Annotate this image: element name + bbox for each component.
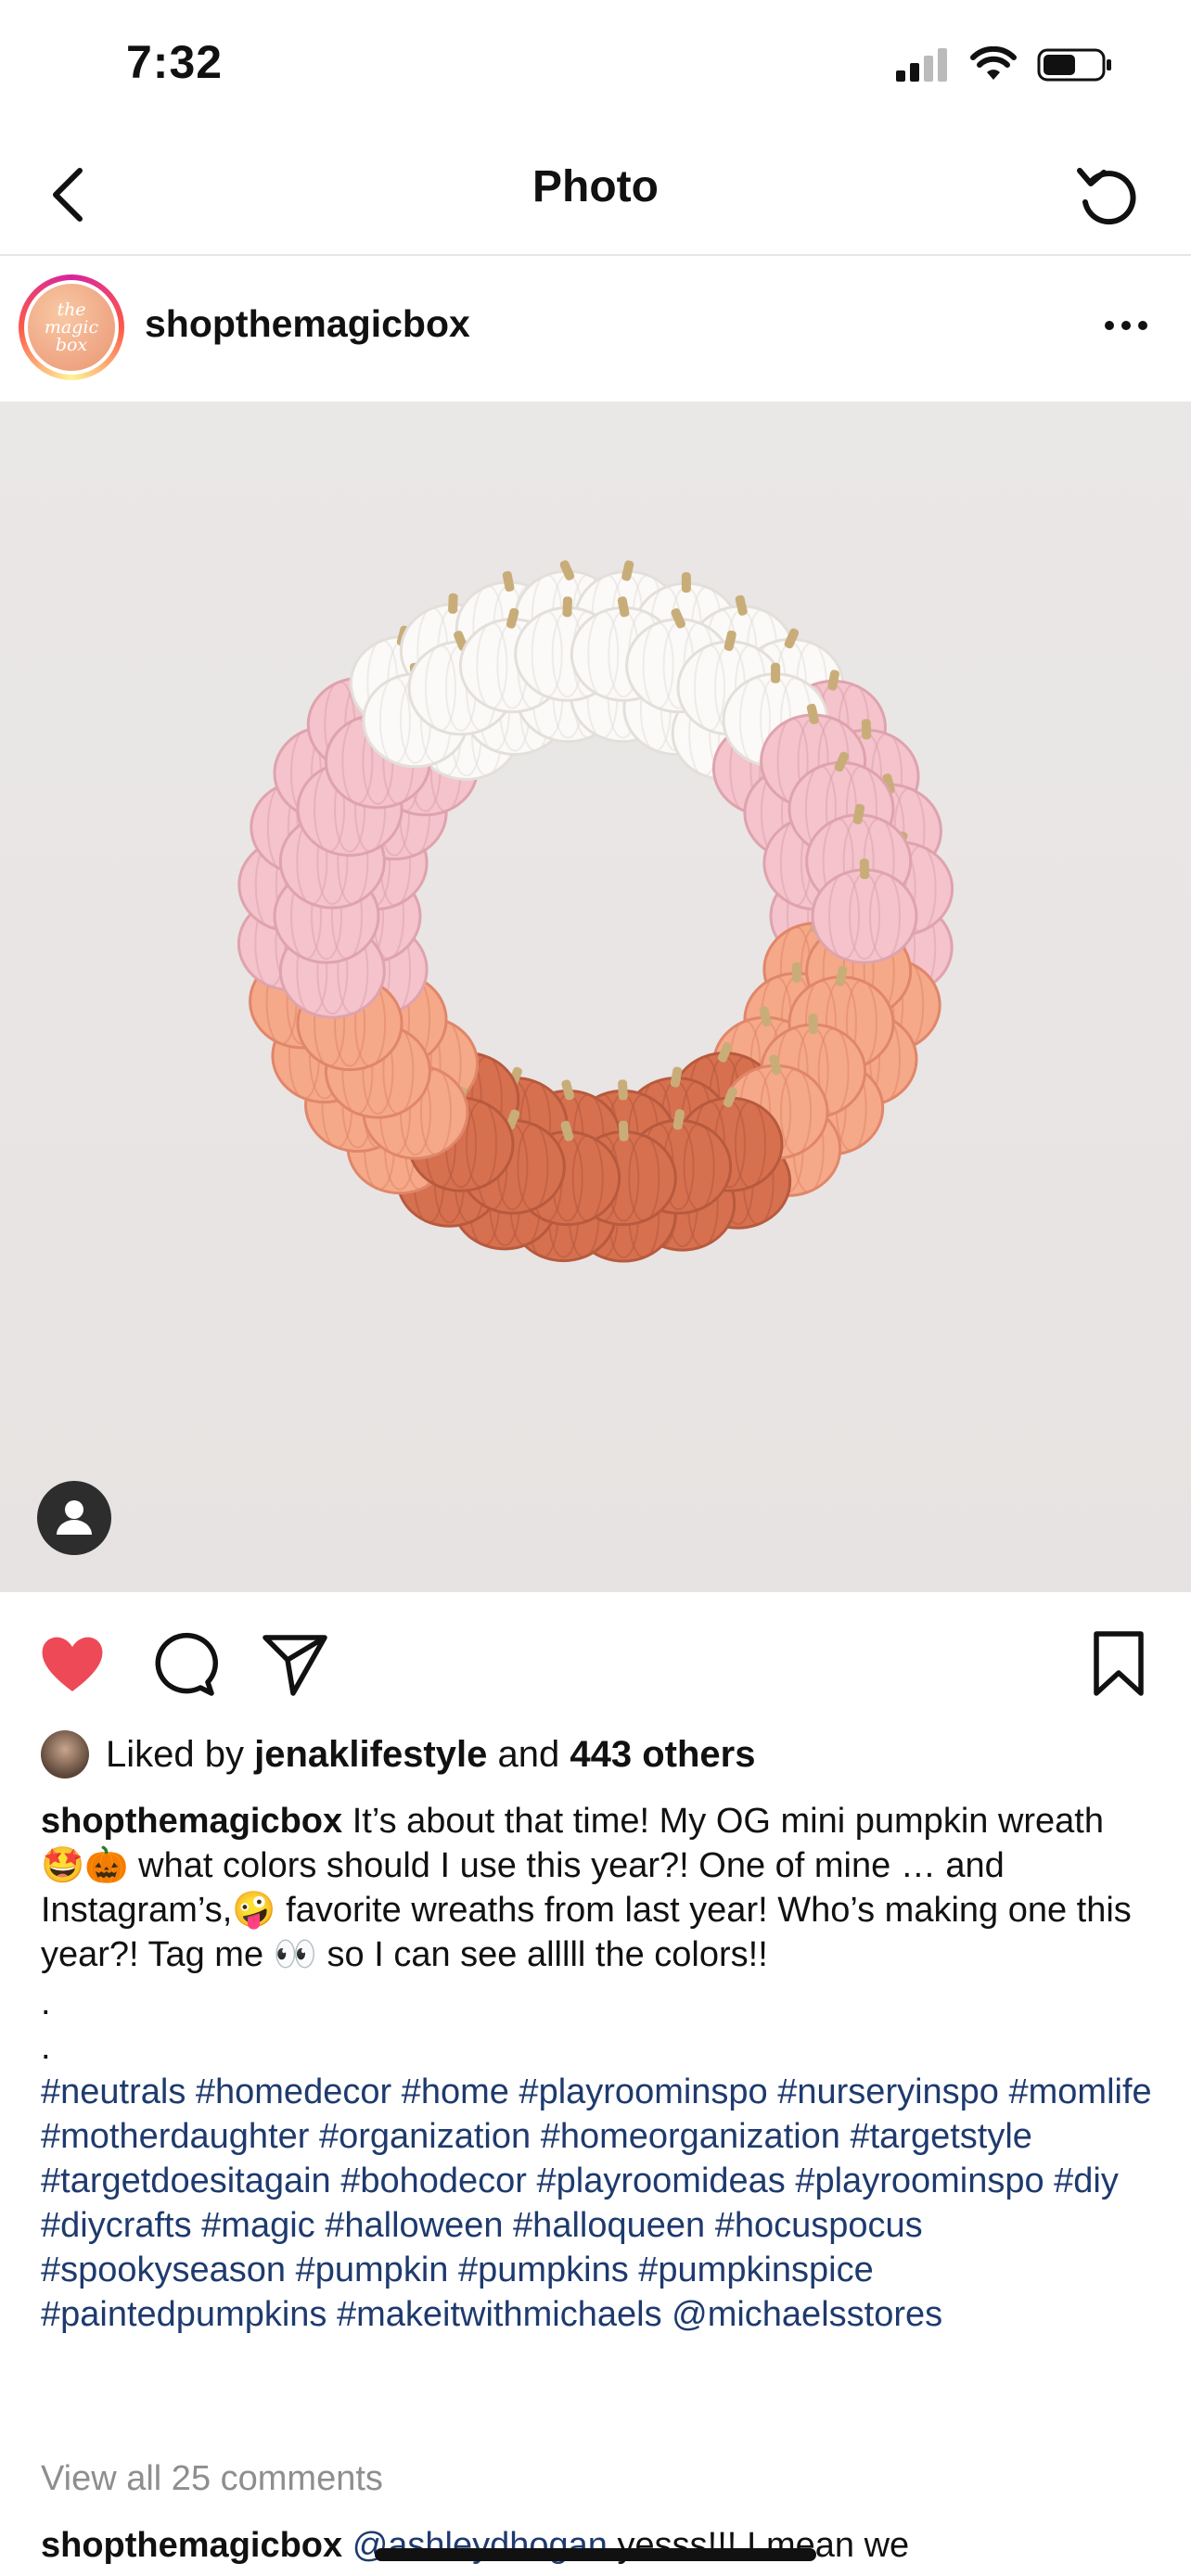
caption: shopthemagicbox It’s about that time! My… [41,1799,1154,2337]
person-tag-icon [57,1500,92,1535]
caption-username[interactable]: shopthemagicbox [41,1802,342,1841]
status-icons [894,46,1113,83]
nav-bar: Photo [0,139,1191,256]
wifi-icon [970,46,1017,80]
pumpkin-wreath-image [237,560,954,1263]
likes-line[interactable]: Liked by jenaklifestyle and 443 others [41,1727,755,1782]
signal-icon [896,48,947,82]
post-header: the magic box shopthemagicbox [0,256,1191,401]
status-time: 7:32 [126,36,224,88]
post-photo[interactable] [0,402,1191,1592]
liker-avatar [41,1730,89,1779]
likes-prefix: Liked by [106,1733,244,1775]
likes-others[interactable]: 443 others [570,1734,755,1776]
avatar-logo: the magic box [44,299,99,355]
likes-middle: and [497,1733,560,1775]
comment-icon[interactable] [147,1626,221,1701]
home-indicator [375,2548,816,2561]
caption-hashtags[interactable]: #neutrals #homedecor #home #playroominsp… [41,2070,1154,2337]
caption-dot: . [41,1983,51,2022]
comment-username[interactable]: shopthemagicbox [41,2526,342,2565]
bookmark-icon[interactable] [1082,1626,1156,1701]
more-icon[interactable] [1098,302,1154,349]
action-bar [0,1593,1191,1723]
heart-icon[interactable] [35,1626,109,1701]
avatar[interactable]: the magic box [19,274,124,380]
refresh-icon[interactable] [1070,158,1145,232]
page-title: Photo [532,162,659,211]
tag-button[interactable] [37,1481,111,1555]
send-icon[interactable] [258,1626,332,1701]
battery-icon [1037,48,1111,82]
likes-user[interactable]: jenaklifestyle [254,1734,487,1776]
view-comments-link[interactable]: View all 25 comments [41,2459,383,2499]
post-username[interactable]: shopthemagicbox [145,302,470,346]
caption-dot: . [41,2028,51,2067]
